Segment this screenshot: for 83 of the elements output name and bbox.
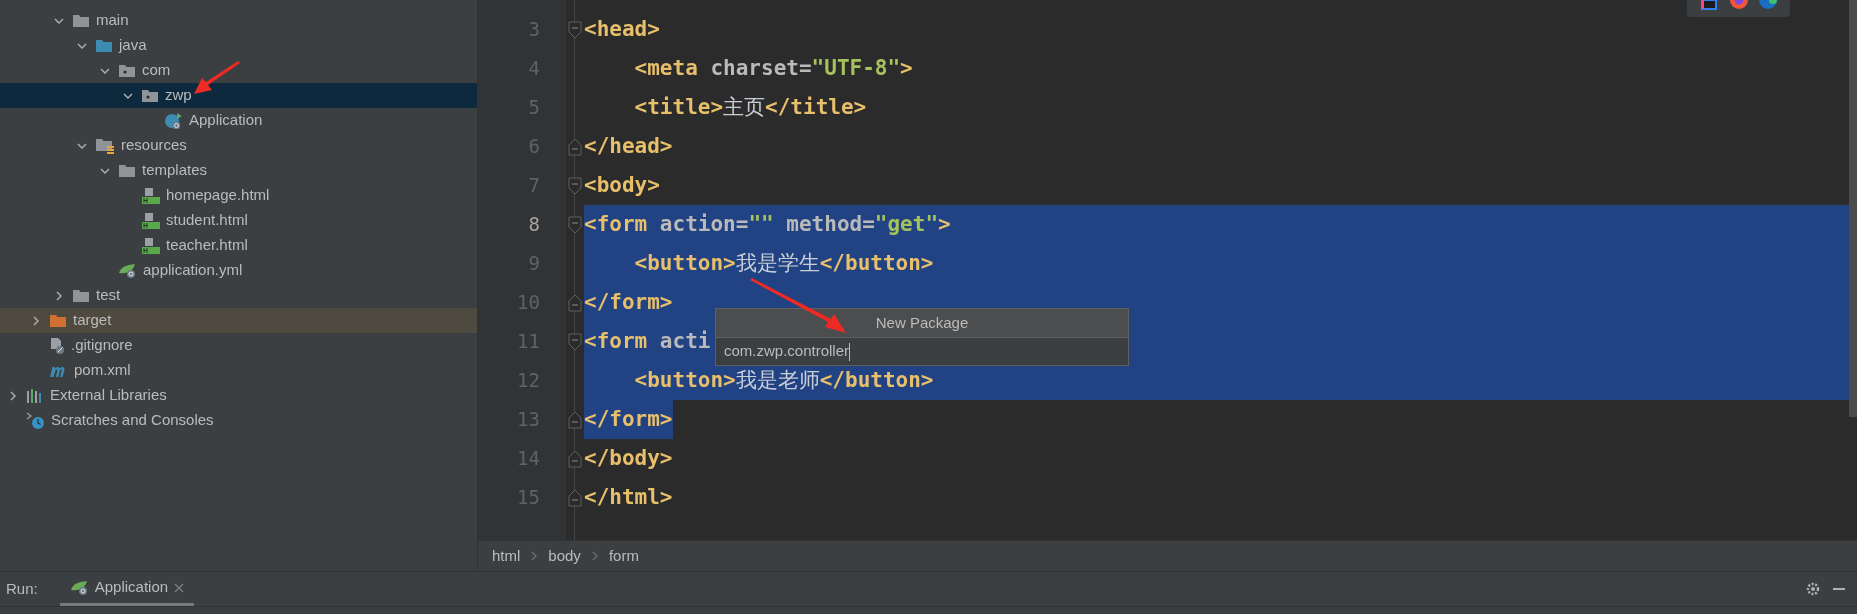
chevron-right-icon xyxy=(530,551,539,561)
fold-marker-icon[interactable] xyxy=(568,137,582,156)
tree-item-label: pom.xml xyxy=(74,360,131,381)
code-line: </head> xyxy=(584,132,673,160)
tree-item[interactable]: templates xyxy=(0,158,477,183)
html-file-icon xyxy=(141,211,160,230)
chevron-right-icon xyxy=(590,551,599,561)
popup-title: New Package xyxy=(716,309,1128,338)
tree-item-label: student.html xyxy=(166,210,248,231)
resources-folder-icon xyxy=(95,137,115,154)
tree-item-label: zwp xyxy=(165,85,192,106)
app-icon[interactable] xyxy=(1700,0,1719,10)
fold-marker-icon[interactable] xyxy=(568,20,582,39)
tree-item[interactable]: target xyxy=(0,308,477,333)
folder-icon xyxy=(72,288,90,303)
fold-marker-icon[interactable] xyxy=(568,176,582,195)
code-line: </html> xyxy=(584,483,673,511)
folder-icon xyxy=(72,13,90,28)
tree-item-label: .gitignore xyxy=(71,335,133,356)
tree-item[interactable]: main xyxy=(0,8,477,33)
class-icon xyxy=(164,111,183,130)
fold-marker-icon[interactable] xyxy=(568,410,582,429)
close-icon[interactable] xyxy=(174,582,185,593)
scrollbar[interactable] xyxy=(1849,0,1857,417)
tree-item-label: main xyxy=(96,10,129,31)
fold-marker-icon[interactable] xyxy=(568,293,582,312)
tree-item-label: target xyxy=(73,310,112,331)
bars-icon xyxy=(26,387,44,404)
tree-item[interactable]: homepage.html xyxy=(0,183,477,208)
fold-marker-icon[interactable] xyxy=(568,332,582,351)
code-line: <meta charset="UTF-8"> xyxy=(633,54,913,82)
folder-icon xyxy=(118,163,136,178)
arrow-drawing xyxy=(192,60,242,97)
tree-item-label: com xyxy=(142,60,171,81)
tree-item[interactable]: application.yml xyxy=(0,258,477,283)
tree-item[interactable]: External Libraries xyxy=(0,383,477,408)
tree-item[interactable]: resources xyxy=(0,133,477,158)
breadcrumb[interactable]: html xyxy=(492,544,521,568)
breadcrumb[interactable]: body xyxy=(548,544,581,568)
tree-item-label: teacher.html xyxy=(166,235,248,256)
clock-icon xyxy=(26,411,45,430)
code-line: <body> xyxy=(584,171,660,199)
tree-item[interactable]: test xyxy=(0,283,477,308)
browser-icon[interactable] xyxy=(1758,0,1777,10)
tree-item-label: templates xyxy=(142,160,208,181)
browser-icon[interactable] xyxy=(1729,0,1748,10)
tree-item-label: Scratches and Consoles xyxy=(51,410,214,431)
tree-item[interactable]: teacher.html xyxy=(0,233,477,258)
line-number: 8 xyxy=(528,212,540,238)
tree-item-label: Application xyxy=(189,110,263,131)
run-label: Run: xyxy=(6,578,38,599)
code-line: </body> xyxy=(584,444,673,472)
fold-marker-icon[interactable] xyxy=(568,449,582,468)
tree-item-label: homepage.html xyxy=(166,185,270,206)
breadcrumb[interactable]: form xyxy=(608,544,639,568)
settings-icon[interactable] xyxy=(1805,581,1821,597)
tree-item[interactable]: student.html xyxy=(0,208,477,233)
tree-item[interactable]: com xyxy=(0,58,477,83)
package-icon xyxy=(118,63,136,78)
tree-item[interactable]: java xyxy=(0,33,477,58)
folder-icon xyxy=(49,313,67,328)
tree-item-label: java xyxy=(119,35,147,56)
tree-item[interactable]: pom.xml xyxy=(0,358,477,383)
leaf-icon xyxy=(69,579,89,596)
tree-item-label: test xyxy=(96,285,121,306)
html-file-icon xyxy=(141,236,160,255)
code-line: <head> xyxy=(584,15,660,43)
leaf-icon xyxy=(118,262,137,279)
fold-marker-icon[interactable] xyxy=(568,215,582,234)
tree-item[interactable]: Scratches and Consoles xyxy=(0,408,477,433)
minimize-icon[interactable] xyxy=(1833,587,1845,591)
tree-item[interactable]: zwp xyxy=(0,83,477,108)
tree-item-label: application.yml xyxy=(143,260,243,281)
tree-item[interactable]: .gitignore xyxy=(0,333,477,358)
package-icon xyxy=(141,88,159,103)
tree-item-label: External Libraries xyxy=(50,385,167,406)
code-line: <title>主页</title> xyxy=(633,93,867,121)
file-icon xyxy=(49,336,65,355)
html-file-icon xyxy=(141,186,160,205)
folder-icon xyxy=(95,38,113,53)
fold-marker-icon[interactable] xyxy=(568,488,582,507)
tree-item-label: resources xyxy=(121,135,187,156)
tree-item[interactable]: Application xyxy=(0,108,477,133)
